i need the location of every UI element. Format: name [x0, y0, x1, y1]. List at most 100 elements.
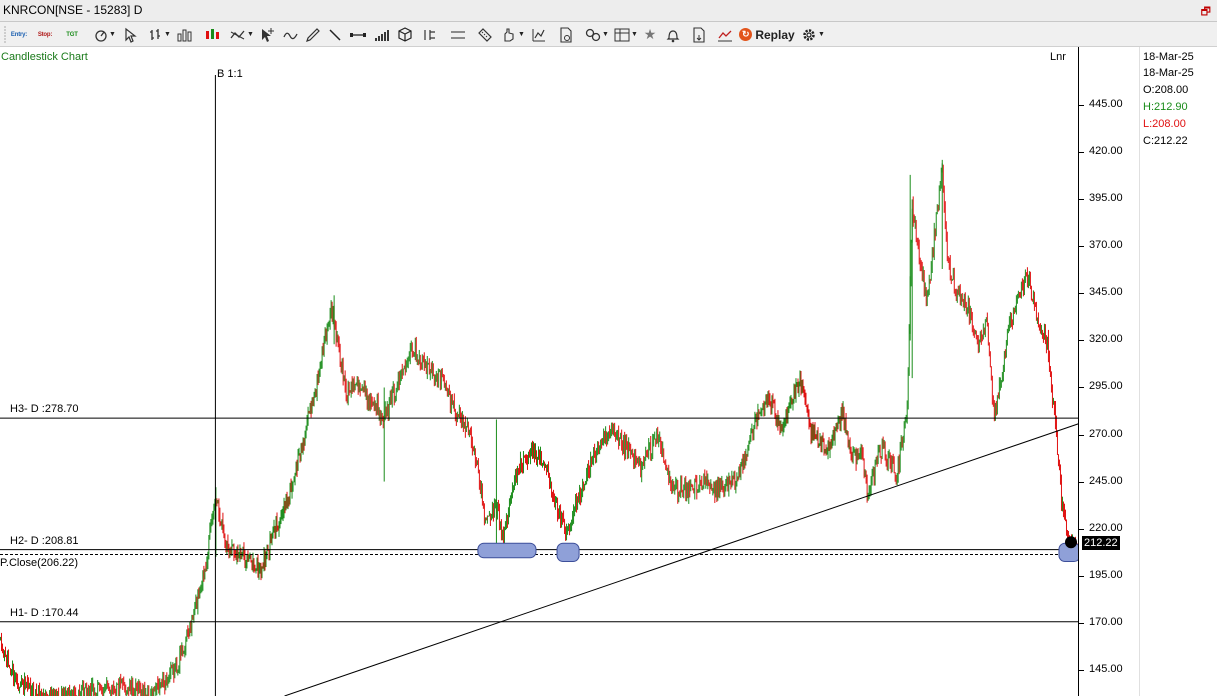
- trendline-tool-button[interactable]: [326, 25, 344, 44]
- chevron-down-icon: ▼: [247, 31, 254, 38]
- replay-label: Replay: [755, 27, 795, 42]
- layout-icon: [614, 28, 630, 41]
- info-date-secondary: 18-Mar-25: [1143, 67, 1194, 79]
- y-axis-tick-label: 445.00: [1079, 98, 1123, 111]
- replay-icon: ↻: [739, 28, 753, 41]
- split-icon: [424, 29, 435, 40]
- chart-properties-icon: [532, 28, 545, 41]
- chevron-down-icon: ▼: [818, 31, 825, 38]
- candlestick-chart-svg[interactable]: [0, 47, 1078, 696]
- bar-ratio-label: B 1:1: [217, 68, 243, 80]
- h3-level-label: H3- D :278.70: [10, 403, 79, 416]
- scale-mode-label[interactable]: Lnr: [1050, 51, 1066, 63]
- h1-level-label: H1- D :170.44: [10, 606, 79, 619]
- signal-bars-icon: [375, 29, 389, 41]
- indicator-dropdown[interactable]: ▼: [229, 25, 255, 44]
- y-axis-tick-label: 170.00: [1079, 615, 1123, 628]
- pointer-tool-button[interactable]: [121, 25, 139, 44]
- info-close: C:212.22: [1143, 135, 1188, 147]
- candlestick-button[interactable]: [203, 25, 221, 44]
- price-chart-plot[interactable]: Candlestick Chart B 1:1 Lnr H3- D :278.7…: [0, 47, 1078, 696]
- y-axis-tick-label: 245.00: [1079, 474, 1123, 487]
- y-axis-tick-label: 220.00: [1079, 521, 1123, 534]
- parallel-lines-icon: [451, 30, 465, 39]
- wave-icon: [283, 32, 298, 39]
- volume-bars-button[interactable]: [175, 25, 195, 44]
- document-gear-icon: [560, 26, 572, 43]
- horizontal-line-tool-button[interactable]: [348, 25, 368, 44]
- y-axis-tick-label: 270.00: [1079, 427, 1123, 440]
- info-high: H:212.90: [1143, 101, 1188, 113]
- indicator-icon: [230, 30, 245, 39]
- entry-marker-button[interactable]: Entry:: [9, 25, 29, 44]
- y-axis-tick-label: 370.00: [1079, 239, 1123, 252]
- object-tool-button[interactable]: [396, 25, 414, 44]
- trendline-icon: [329, 28, 341, 41]
- replay-button[interactable]: ↻ Replay: [739, 25, 795, 44]
- y-axis-tick-label: 195.00: [1079, 568, 1123, 581]
- y-axis-tick-label: 345.00: [1079, 286, 1123, 299]
- volume-bars-icon: [177, 29, 192, 41]
- trendline: [284, 423, 1078, 696]
- freehand-tool-button[interactable]: [282, 25, 300, 44]
- hand-pointer-icon: [504, 27, 514, 42]
- info-date: 18-Mar-25: [1143, 51, 1194, 63]
- price-bars: [0, 159, 1078, 696]
- pointer-icon: [125, 27, 137, 43]
- horizontal-line-icon: [350, 32, 366, 37]
- copy-document-icon: [693, 26, 705, 43]
- support-zone-highlight: [556, 542, 580, 562]
- cube-icon: [398, 26, 412, 42]
- layout-dropdown[interactable]: ▼: [613, 25, 639, 44]
- star-icon: ★: [643, 26, 657, 42]
- chevron-down-icon: ▼: [164, 31, 171, 38]
- window-titlebar: KNRCON[NSE - 15283] D 🗗: [0, 0, 1217, 22]
- volume-profile-button[interactable]: [373, 25, 391, 44]
- link-icon: [585, 28, 601, 41]
- line-chart-button[interactable]: [716, 25, 734, 44]
- gear-icon: [803, 28, 815, 41]
- target-marker-button[interactable]: TGT: [62, 25, 82, 44]
- crosshair-tool-button[interactable]: [258, 25, 276, 44]
- crosshair-icon: [262, 27, 274, 42]
- copy-chart-button[interactable]: [690, 25, 708, 44]
- ruler-tool-button[interactable]: [476, 25, 494, 44]
- pencil-icon: [306, 27, 320, 42]
- candlestick-icon: [206, 28, 219, 39]
- last-price-tag: 212.22: [1082, 536, 1120, 551]
- link-dropdown[interactable]: ▼: [584, 25, 610, 44]
- gauge-icon: [95, 29, 107, 42]
- alert-button[interactable]: [664, 25, 682, 44]
- chart-type-dropdown[interactable]: ▼: [147, 25, 173, 44]
- chart-properties-button[interactable]: [530, 25, 548, 44]
- bar-chart-type-icon: [150, 28, 161, 40]
- toolbar-grip: [4, 25, 6, 44]
- info-open: O:208.00: [1143, 84, 1189, 96]
- y-axis-tick-label: 295.00: [1079, 380, 1123, 393]
- info-low: L:208.00: [1143, 118, 1186, 130]
- price-axis[interactable]: 212.22 445.00 420.00 395.00 370.00 345.00 320…: [1078, 47, 1139, 696]
- settings-dropdown[interactable]: ▼: [800, 25, 826, 44]
- bell-icon: [666, 29, 680, 42]
- y-axis-tick-label: 145.00: [1079, 662, 1123, 675]
- chart-type-label: Candlestick Chart: [1, 51, 88, 63]
- chevron-down-icon: ▼: [631, 31, 638, 38]
- favorite-button[interactable]: ★: [641, 25, 659, 44]
- chevron-down-icon: ▼: [109, 31, 116, 38]
- line-chart-icon: [718, 30, 732, 41]
- pencil-tool-button[interactable]: [304, 25, 322, 44]
- chevron-down-icon: ▼: [602, 31, 609, 38]
- chart-style-dropdown[interactable]: ▼: [90, 25, 120, 44]
- y-axis-tick-label: 420.00: [1079, 145, 1123, 158]
- split-tool-button[interactable]: [422, 25, 440, 44]
- window-title: KNRCON[NSE - 15283] D: [3, 3, 143, 17]
- previous-close-label: P.Close(206.22): [0, 557, 79, 570]
- restore-window-button[interactable]: 🗗: [1201, 3, 1211, 22]
- h2-level-label: H2- D :208.81: [10, 534, 79, 547]
- page-settings-button[interactable]: [557, 25, 575, 44]
- parallel-lines-button[interactable]: [448, 25, 468, 44]
- chart-toolbar: Entry: Stop: TGT ▼ ▼ ▼ ▼ ▼ ▼ ★ ↻ Replay …: [0, 22, 1217, 47]
- annotation-dropdown[interactable]: ▼: [499, 25, 527, 44]
- y-axis-tick-label: 320.00: [1079, 333, 1123, 346]
- stop-marker-button[interactable]: Stop:: [35, 25, 55, 44]
